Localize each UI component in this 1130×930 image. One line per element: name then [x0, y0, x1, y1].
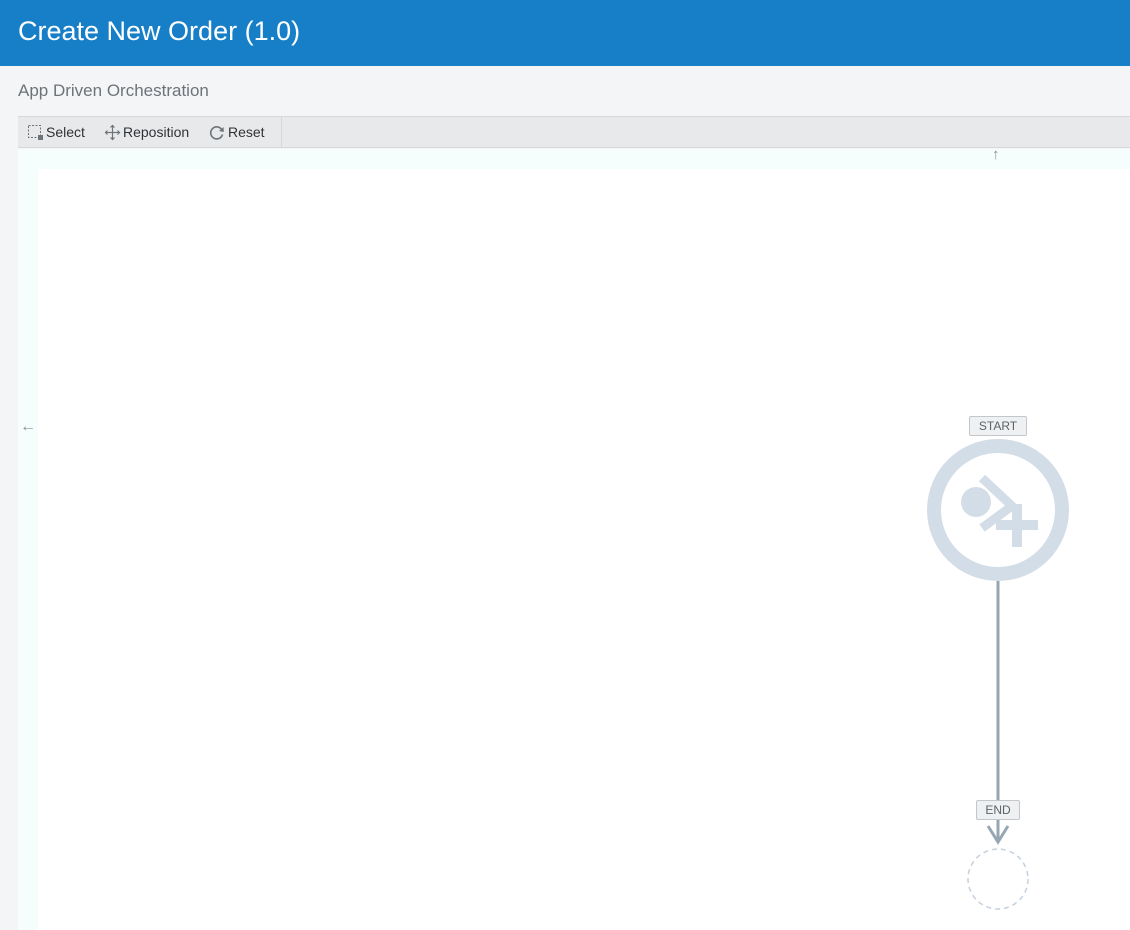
start-node[interactable] — [927, 439, 1069, 581]
start-node-ring — [927, 439, 1069, 581]
start-node-label: START — [969, 416, 1027, 436]
end-node-label: END — [976, 800, 1020, 820]
end-node-placeholder[interactable] — [967, 848, 1029, 910]
flow-diagram — [927, 439, 1069, 910]
